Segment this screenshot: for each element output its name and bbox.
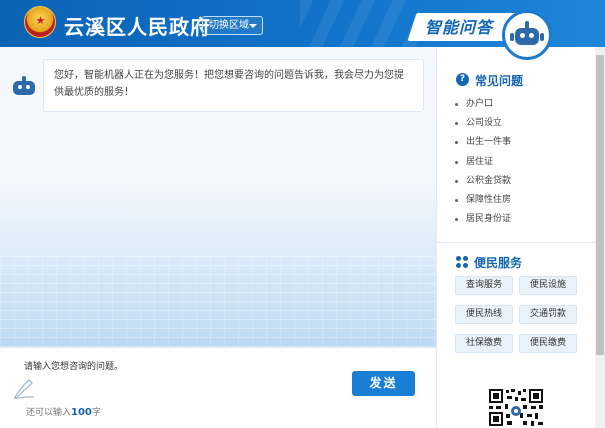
faq-item[interactable]: 公司设立 (455, 114, 511, 133)
four-dots-icon (456, 256, 468, 268)
sidebar: ? 常见问题 办户口 公司设立 出生一件事 居住证 公积金贷款 保障性住房 居民… (436, 47, 596, 428)
faq-item[interactable]: 办户口 (455, 95, 511, 114)
service-button-payments[interactable]: 便民缴费 (519, 334, 577, 353)
faq-item[interactable]: 公积金贷款 (455, 172, 511, 191)
qr-code-icon (487, 387, 545, 428)
national-emblem-icon (24, 6, 56, 38)
counter-suffix: 字 (91, 408, 101, 418)
faq-item[interactable]: 出生一件事 (455, 133, 511, 152)
scrollbar[interactable] (595, 47, 605, 428)
header-decoration (300, 0, 420, 47)
faq-item[interactable]: 居住证 (455, 153, 511, 172)
caret-down-icon (249, 24, 257, 28)
service-button-social-insurance[interactable]: 社保缴费 (455, 334, 513, 353)
char-counter: 还可以输入100字 (26, 405, 101, 418)
chat-area: 您好，智能机器人正在为您服务！把您想要咨询的问题告诉我，我会尽力为您提供最优质的… (0, 47, 436, 347)
divider (437, 242, 596, 243)
counter-prefix: 还可以输入 (26, 408, 72, 418)
scrollbar-thumb[interactable] (596, 55, 604, 355)
send-button[interactable]: 发送 (352, 371, 415, 396)
switch-region-button[interactable]: 切换区域 (202, 16, 263, 35)
pen-icon (13, 379, 35, 399)
switch-region-label: 切换区域 (209, 20, 249, 31)
smart-qa-badge: 智能问答 (425, 18, 494, 37)
robot-icon (502, 10, 552, 60)
services-title: 便民服务 (474, 256, 523, 270)
bot-avatar-robot-icon (12, 75, 36, 99)
service-button-traffic-fines[interactable]: 交通罚款 (519, 305, 577, 324)
site-title[interactable]: 云溪区人民政府 (64, 11, 211, 40)
faq-item[interactable]: 保障性住房 (455, 191, 511, 210)
bot-message-bubble: 您好，智能机器人正在为您服务！把您想要咨询的问题告诉我，我会尽力为您提供最优质的… (43, 59, 424, 112)
background-decoration (0, 252, 436, 347)
input-area[interactable]: 请输入您想咨询的问题。 还可以输入100字 发送 (0, 347, 436, 428)
faq-title: 常见问题 (475, 74, 524, 88)
faq-list: 办户口 公司设立 出生一件事 居住证 公积金贷款 保障性住房 居民身份证 (455, 95, 511, 229)
counter-value: 100 (71, 407, 92, 418)
service-button-facilities[interactable]: 便民设施 (519, 276, 577, 295)
faq-item[interactable]: 居民身份证 (455, 210, 511, 229)
question-circle-icon: ? (456, 73, 469, 86)
question-input-placeholder[interactable]: 请输入您想咨询的问题。 (24, 359, 123, 372)
service-button-hotline[interactable]: 便民热线 (455, 305, 513, 324)
service-button-query[interactable]: 查询服务 (455, 276, 513, 295)
